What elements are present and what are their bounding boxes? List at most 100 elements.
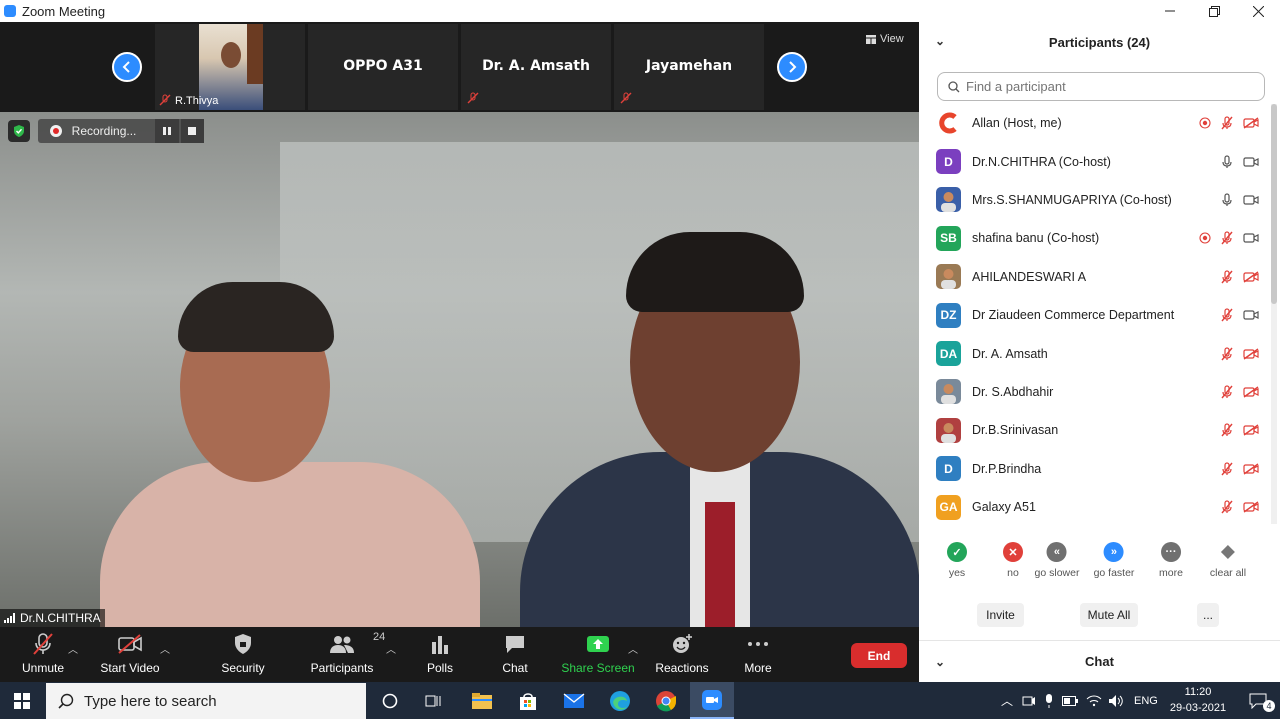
- participant-row[interactable]: Mrs.S.SHANMUGAPRIYA (Co-host): [919, 181, 1269, 219]
- end-meeting-button[interactable]: End: [851, 643, 907, 668]
- video-tile[interactable]: Jayamehan: [614, 24, 764, 110]
- view-button[interactable]: View: [866, 33, 904, 45]
- windows-logo-icon: [14, 692, 30, 709]
- show-hidden-icons-chevron-icon[interactable]: ︿: [1000, 692, 1014, 709]
- video-off-icon[interactable]: [1242, 270, 1260, 284]
- participant-row[interactable]: GA Galaxy A51: [919, 488, 1269, 524]
- muted-mic-icon[interactable]: [1220, 385, 1234, 399]
- video-options-caret-icon[interactable]: ︿: [160, 641, 170, 656]
- participants-label: Participants: [310, 661, 374, 675]
- muted-mic-icon[interactable]: [1220, 308, 1234, 322]
- video-off-icon[interactable]: [1242, 500, 1260, 514]
- participant-row[interactable]: D Dr.N.CHITHRA (Co-host): [919, 142, 1269, 180]
- video-off-icon[interactable]: [1242, 423, 1260, 437]
- polls-button[interactable]: Polls: [426, 631, 454, 675]
- chat-button[interactable]: Chat: [500, 631, 530, 675]
- security-button[interactable]: Security: [221, 631, 265, 675]
- participant-row[interactable]: DZ Dr Ziaudeen Commerce Department: [919, 296, 1269, 334]
- close-button[interactable]: [1236, 0, 1280, 22]
- edge-button[interactable]: [598, 682, 642, 719]
- participants-options-caret-icon[interactable]: ︿: [386, 641, 396, 656]
- store-bag-icon: [520, 692, 536, 710]
- volume-icon[interactable]: [1108, 694, 1124, 708]
- participant-row[interactable]: SB shafina banu (Co-host): [919, 219, 1269, 257]
- muted-mic-icon[interactable]: [1220, 462, 1234, 476]
- feedback-go-slower-button[interactable]: « go slower: [1035, 542, 1079, 579]
- pause-recording-button[interactable]: [155, 119, 179, 143]
- task-view-button[interactable]: [412, 682, 456, 719]
- mic-icon[interactable]: [1220, 193, 1234, 207]
- start-button[interactable]: [0, 682, 44, 719]
- video-off-icon[interactable]: [1242, 462, 1260, 476]
- mail-button[interactable]: [552, 682, 596, 719]
- mute-all-button[interactable]: Mute All: [1080, 603, 1138, 627]
- share-options-caret-icon[interactable]: ︿: [628, 641, 638, 656]
- video-off-icon[interactable]: [1242, 385, 1260, 399]
- zoom-app-button[interactable]: [690, 682, 734, 719]
- participant-avatar: DA: [936, 341, 961, 367]
- video-tile[interactable]: OPPO A31: [308, 24, 458, 110]
- video-off-icon[interactable]: [1242, 116, 1260, 130]
- collapse-chevron-icon[interactable]: ⌄: [935, 655, 945, 669]
- chrome-button[interactable]: [644, 682, 688, 719]
- taskbar-clock[interactable]: 11:20 29-03-2021: [1168, 684, 1228, 716]
- microphone-icon[interactable]: [1044, 693, 1054, 708]
- battery-icon[interactable]: [1062, 695, 1078, 706]
- minimize-button[interactable]: [1148, 0, 1192, 22]
- video-icon[interactable]: [1242, 231, 1260, 245]
- wifi-icon[interactable]: [1086, 695, 1102, 707]
- video-tile[interactable]: Dr. A. Amsath: [461, 24, 611, 110]
- participant-row[interactable]: AHILANDESWARI A: [919, 258, 1269, 296]
- video-icon[interactable]: [1242, 155, 1260, 169]
- participant-avatar: SB: [936, 225, 961, 251]
- participant-list-scrollbar[interactable]: [1271, 104, 1277, 524]
- muted-mic-icon[interactable]: [1220, 346, 1234, 361]
- video-tile[interactable]: R.Thivya: [155, 24, 305, 110]
- video-icon[interactable]: [1242, 308, 1260, 322]
- panel-more-button[interactable]: ...: [1197, 603, 1219, 627]
- participant-search[interactable]: [937, 72, 1265, 101]
- store-button[interactable]: [506, 682, 550, 719]
- muted-mic-icon[interactable]: [1220, 231, 1234, 245]
- file-explorer-button[interactable]: [460, 682, 504, 719]
- participant-row[interactable]: Dr.B.Srinivasan: [919, 411, 1269, 449]
- meet-now-icon[interactable]: [1022, 694, 1036, 708]
- muted-mic-icon[interactable]: [1220, 500, 1234, 514]
- participants-button[interactable]: 24 Participants: [310, 631, 386, 675]
- feedback-clear-all-button[interactable]: clear all: [1210, 542, 1246, 579]
- participant-row[interactable]: DA Dr. A. Amsath: [919, 334, 1269, 372]
- feedback-more-button[interactable]: ··· more: [1159, 542, 1183, 579]
- chat-section-header[interactable]: ⌄ Chat: [919, 640, 1280, 682]
- muted-mic-icon[interactable]: [1220, 270, 1234, 284]
- feedback-yes-button[interactable]: ✓ yes: [947, 542, 967, 579]
- share-screen-button[interactable]: Share Screen: [561, 631, 635, 675]
- participant-row[interactable]: Dr. S.Abdhahir: [919, 373, 1269, 411]
- restore-button[interactable]: [1192, 0, 1236, 22]
- muted-mic-icon[interactable]: [1220, 116, 1234, 130]
- mic-icon[interactable]: [1220, 154, 1234, 169]
- feedback-go-faster-button[interactable]: » go faster: [1094, 542, 1134, 579]
- feedback-no-button[interactable]: ✕ no: [1003, 542, 1023, 579]
- next-page-button[interactable]: [777, 52, 807, 82]
- participant-row[interactable]: Allan (Host, me): [919, 104, 1269, 142]
- audio-options-caret-icon[interactable]: ︿: [68, 641, 78, 656]
- collapse-chevron-icon[interactable]: ⌄: [935, 34, 945, 48]
- stop-recording-button[interactable]: [180, 119, 204, 143]
- unmute-button[interactable]: Unmute: [22, 631, 64, 675]
- video-off-icon[interactable]: [1242, 347, 1260, 361]
- video-icon[interactable]: [1242, 193, 1260, 207]
- more-button[interactable]: More: [743, 631, 773, 675]
- input-language[interactable]: ENG: [1134, 695, 1158, 707]
- action-center-button[interactable]: 4: [1236, 682, 1280, 719]
- taskbar-search[interactable]: Type here to search: [46, 683, 366, 719]
- participant-name: Mrs.S.SHANMUGAPRIYA (Co-host): [972, 192, 1172, 207]
- reactions-button[interactable]: Reactions: [655, 631, 709, 675]
- participant-row[interactable]: D Dr.P.Brindha: [919, 450, 1269, 488]
- feedback-yes-icon: ✓: [947, 542, 967, 562]
- search-input[interactable]: [966, 79, 1256, 94]
- invite-button[interactable]: Invite: [977, 603, 1024, 627]
- muted-mic-icon[interactable]: [1220, 423, 1234, 437]
- prev-page-button[interactable]: [112, 52, 142, 82]
- start-video-button[interactable]: Start Video: [100, 631, 160, 675]
- cortana-button[interactable]: [368, 682, 412, 719]
